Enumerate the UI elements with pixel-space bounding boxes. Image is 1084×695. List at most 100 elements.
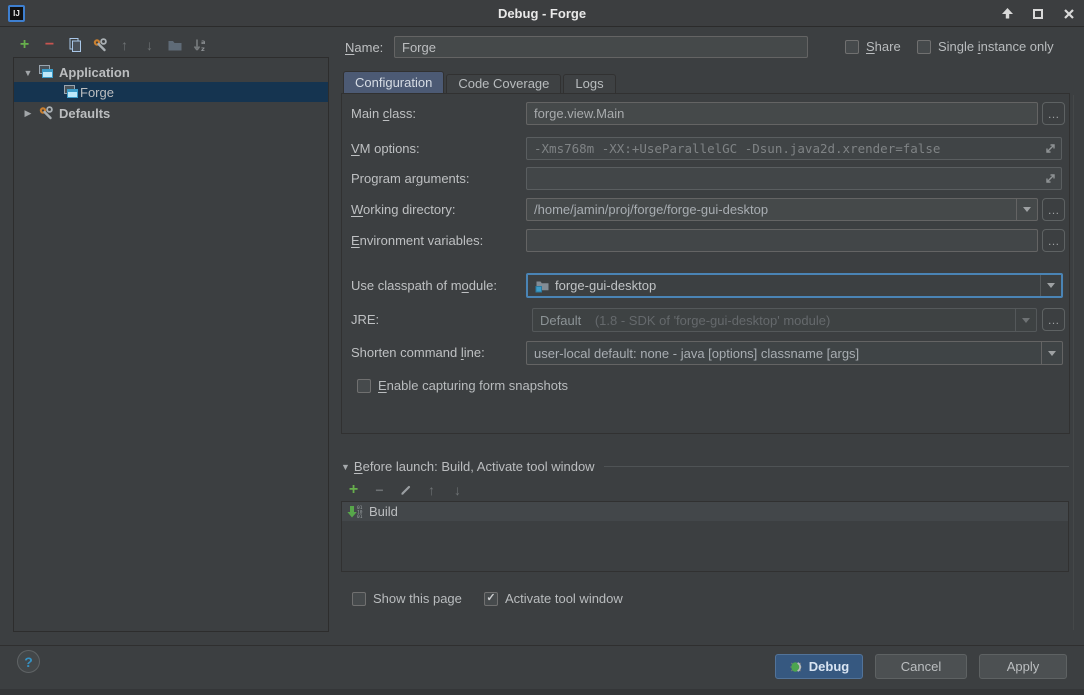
move-down-icon[interactable]: ↓: [141, 36, 158, 53]
window-close-icon[interactable]: [1060, 5, 1078, 23]
tree-item-forge[interactable]: Forge: [14, 82, 328, 102]
dropdown-arrow-icon[interactable]: [1041, 342, 1062, 364]
edit-defaults-icon[interactable]: [91, 36, 108, 53]
tree-item-label: Forge: [80, 85, 114, 100]
main-class-input[interactable]: [526, 102, 1038, 125]
before-launch-item-build[interactable]: 01 10 01 Build: [342, 502, 1068, 521]
remove-task-icon[interactable]: −: [371, 481, 388, 498]
debug-bug-icon: [789, 660, 803, 674]
program-arguments-label: Program arguments:: [351, 171, 470, 186]
single-instance-label: Single instance only: [938, 39, 1054, 54]
copy-configuration-icon[interactable]: [66, 36, 83, 53]
working-directory-browse-button[interactable]: …: [1042, 198, 1065, 221]
shorten-command-line-value: user-local default: none - java [options…: [527, 346, 1041, 361]
check-icon: ✓: [486, 593, 495, 604]
defaults-wrench-icon: [38, 105, 54, 121]
folder-icon[interactable]: [166, 36, 183, 53]
application-icon: [63, 84, 79, 100]
shorten-command-line-combo[interactable]: user-local default: none - java [options…: [526, 341, 1063, 365]
apply-button-label: Apply: [1007, 659, 1040, 674]
capture-snapshots-label: Enable capturing form snapshots: [378, 378, 568, 393]
dropdown-arrow-icon[interactable]: [1015, 309, 1036, 331]
name-label: Name:: [345, 40, 383, 55]
tab-code-coverage[interactable]: Code Coverage: [446, 74, 561, 93]
before-launch-list: 01 10 01 Build: [341, 501, 1069, 572]
scroll-edge: [1073, 95, 1074, 630]
checkbox-box[interactable]: [845, 40, 859, 54]
tree-collapsed-icon[interactable]: ▶: [23, 108, 33, 119]
jre-label: JRE:: [351, 312, 379, 327]
remove-configuration-icon[interactable]: −: [41, 36, 58, 53]
tree-item-application[interactable]: ▼ Application: [14, 63, 328, 82]
window-title: Debug - Forge: [0, 0, 1084, 27]
bottom-separator: [0, 645, 1084, 646]
svg-text:01: 01: [357, 514, 363, 520]
jre-combo[interactable]: Default (1.8 - SDK of 'forge-gui-desktop…: [532, 308, 1037, 332]
name-input[interactable]: [394, 36, 808, 58]
checkbox-box[interactable]: [917, 40, 931, 54]
dropdown-arrow-icon[interactable]: [1040, 275, 1061, 296]
task-move-up-icon[interactable]: ↑: [423, 481, 440, 498]
before-launch-toolbar: + − ↑ ↓: [345, 481, 466, 498]
task-move-down-icon[interactable]: ↓: [449, 481, 466, 498]
application-icon: [38, 64, 54, 80]
working-directory-value: /home/jamin/proj/forge/forge-gui-desktop: [527, 202, 1016, 217]
config-tabs: Configuration Code Coverage Logs: [343, 71, 616, 93]
configuration-tab-panel: Main class: … VM options: Program argume…: [341, 93, 1070, 434]
add-task-icon[interactable]: +: [345, 481, 362, 498]
expand-field-icon[interactable]: [1044, 172, 1057, 185]
tab-configuration[interactable]: Configuration: [343, 71, 444, 93]
jre-detail: (1.8 - SDK of 'forge-gui-desktop' module…: [595, 313, 830, 328]
tree-item-label: Application: [59, 65, 130, 80]
window-shade-icon[interactable]: [998, 5, 1016, 23]
move-up-icon[interactable]: ↑: [116, 36, 133, 53]
jre-browse-button[interactable]: …: [1042, 308, 1065, 331]
before-launch-divider: [604, 466, 1069, 467]
help-button[interactable]: ?: [17, 650, 40, 673]
tab-logs[interactable]: Logs: [563, 74, 615, 93]
checkbox-box[interactable]: [352, 592, 366, 606]
edit-task-icon[interactable]: [397, 481, 414, 498]
tree-item-label: Defaults: [59, 106, 110, 121]
share-label: Share: [866, 39, 901, 54]
share-checkbox[interactable]: Share: [845, 39, 901, 54]
vm-options-input[interactable]: [526, 137, 1062, 160]
sort-alphabetically-icon[interactable]: a z: [191, 36, 208, 53]
collapse-section-icon[interactable]: ▼: [341, 462, 350, 472]
show-this-page-checkbox[interactable]: Show this page: [352, 591, 462, 606]
module-icon: [535, 278, 550, 293]
expand-field-icon[interactable]: [1044, 142, 1057, 155]
before-launch-header[interactable]: ▼ Before launch: Build, Activate tool wi…: [341, 459, 1069, 474]
add-configuration-icon[interactable]: +: [16, 36, 33, 53]
activate-tool-window-label: Activate tool window: [505, 591, 623, 606]
titlebar: IJ Debug - Forge: [0, 0, 1084, 27]
checkbox-box-checked[interactable]: ✓: [484, 592, 498, 606]
debug-button[interactable]: Debug: [775, 654, 863, 679]
window-bottom-edge: [0, 689, 1084, 695]
main-class-label: Main class:: [351, 106, 416, 121]
tree-item-defaults[interactable]: ▶ Defaults: [14, 104, 328, 123]
capture-snapshots-checkbox[interactable]: Enable capturing form snapshots: [357, 378, 568, 393]
working-directory-combo[interactable]: /home/jamin/proj/forge/forge-gui-desktop: [526, 198, 1038, 221]
activate-tool-window-checkbox[interactable]: ✓ Activate tool window: [484, 591, 623, 606]
before-launch-label: Before launch: Build, Activate tool wind…: [354, 459, 595, 474]
shorten-command-line-label: Shorten command line:: [351, 345, 485, 360]
environment-variables-input[interactable]: [526, 229, 1038, 252]
checkbox-box[interactable]: [357, 379, 371, 393]
apply-button[interactable]: Apply: [979, 654, 1067, 679]
environment-variables-browse-button[interactable]: …: [1042, 229, 1065, 252]
dropdown-arrow-icon[interactable]: [1016, 199, 1037, 220]
window-maximize-icon[interactable]: [1029, 5, 1047, 23]
cancel-button[interactable]: Cancel: [875, 654, 967, 679]
program-arguments-input[interactable]: [526, 167, 1062, 190]
module-value: forge-gui-desktop: [555, 278, 656, 293]
module-label: Use classpath of module:: [351, 278, 497, 293]
environment-variables-label: Environment variables:: [351, 233, 483, 248]
vm-options-label: VM options:: [351, 141, 420, 156]
main-class-browse-button[interactable]: …: [1042, 102, 1065, 125]
single-instance-checkbox[interactable]: Single instance only: [917, 39, 1054, 54]
tree-expanded-icon[interactable]: ▼: [23, 68, 33, 78]
debug-button-label: Debug: [809, 659, 849, 674]
build-icon: 01 10 01: [347, 504, 363, 520]
module-combo[interactable]: forge-gui-desktop: [526, 273, 1063, 298]
